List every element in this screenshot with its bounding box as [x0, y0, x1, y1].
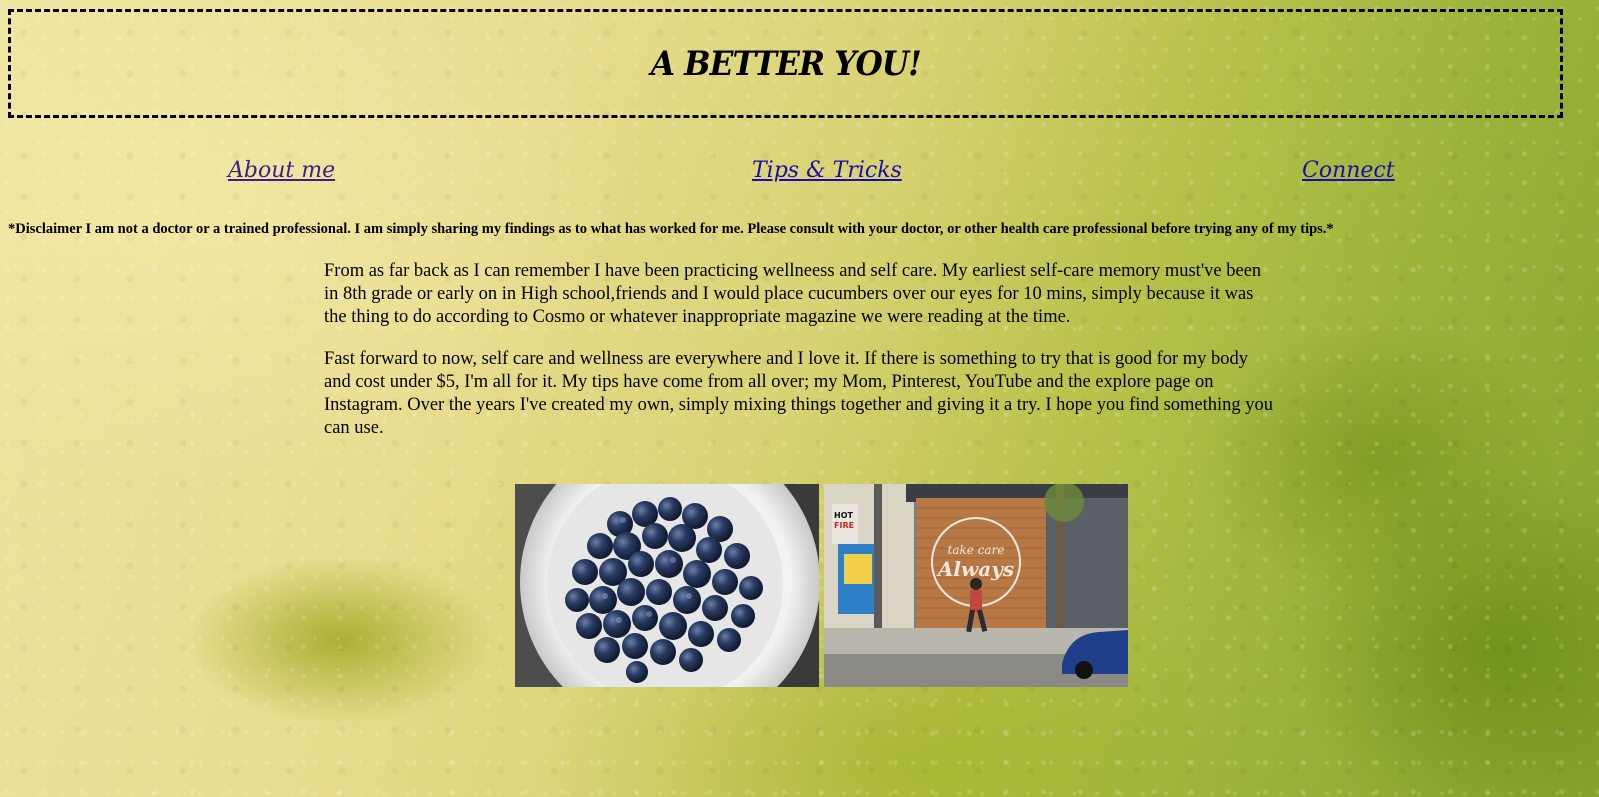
intro-content: From as far back as I can remember I hav… — [324, 260, 1274, 459]
blueberries-image — [515, 484, 819, 687]
intro-paragraph: From as far back as I can remember I hav… — [324, 261, 1262, 327]
blueberries-photo — [515, 484, 819, 687]
storefront-sign-line1: take care — [948, 543, 1005, 557]
nav-link-about-me[interactable]: About me — [228, 158, 335, 183]
site-title: A BETTER YOU! — [650, 43, 921, 84]
nav-link-connect[interactable]: Connect — [1302, 158, 1395, 183]
take-care-storefront-photo: HOT FIRE take care Always — [824, 484, 1128, 687]
storefront-sign-line2: Always — [936, 557, 1014, 581]
photo-gallery: HOT FIRE take care Always — [515, 484, 1128, 687]
hot-poster-text: HOT — [834, 511, 853, 520]
storefront-image: HOT FIRE take care Always — [824, 484, 1128, 687]
fire-poster-text: FIRE — [834, 521, 854, 530]
main-nav: About me Tips & Tricks Connect — [0, 158, 1599, 198]
nav-link-tips-tricks[interactable]: Tips & Tricks — [752, 158, 902, 183]
intro-paragraph: Fast forward to now, self care and welln… — [324, 349, 1274, 438]
disclaimer-text: *Disclaimer I am not a doctor or a train… — [8, 221, 1334, 237]
site-header: A BETTER YOU! — [8, 9, 1563, 118]
